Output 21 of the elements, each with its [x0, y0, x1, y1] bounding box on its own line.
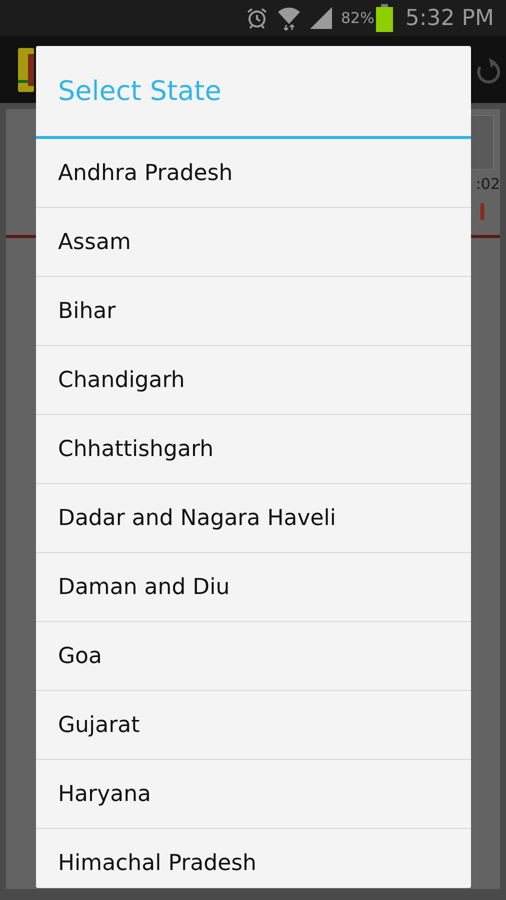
signal-icon [309, 6, 333, 30]
state-option[interactable]: Dadar and Nagara Haveli [36, 484, 471, 553]
state-option[interactable]: Bihar [36, 277, 471, 346]
state-option[interactable]: Andhra Pradesh [36, 139, 471, 208]
alarm-clock-icon [245, 6, 269, 30]
state-option[interactable]: Chhattishgarh [36, 415, 471, 484]
dialog-title: Select State [57, 74, 222, 108]
state-option[interactable]: Goa [36, 622, 471, 691]
clock-time: 5:32 PM [405, 6, 494, 30]
time-text: :02 [476, 175, 500, 193]
state-option[interactable]: Gujarat [36, 691, 471, 760]
battery-icon [376, 4, 394, 32]
app-icon[interactable] [18, 48, 34, 92]
state-option[interactable]: Chandigarh [36, 346, 471, 415]
wifi-icon [277, 5, 301, 31]
state-option[interactable]: Daman and Diu [36, 553, 471, 622]
state-option[interactable]: Assam [36, 208, 471, 277]
state-option[interactable]: Himachal Pradesh [36, 829, 471, 888]
battery-percent: 82% [341, 9, 374, 27]
column-header: l [478, 201, 486, 226]
state-option[interactable]: Haryana [36, 760, 471, 829]
